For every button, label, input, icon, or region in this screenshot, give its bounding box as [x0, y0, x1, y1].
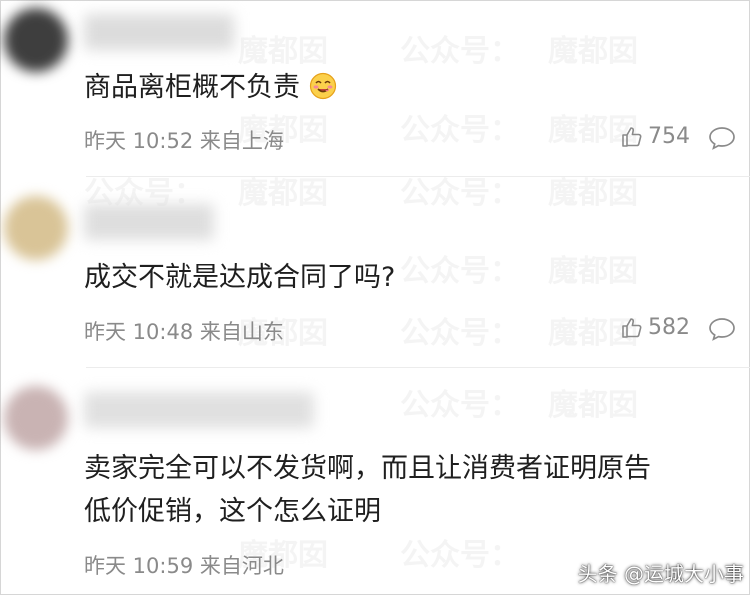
reply-icon[interactable] — [708, 317, 736, 341]
username-blurred[interactable] — [84, 204, 214, 240]
comment-text-line: 低价促销，这个怎么证明 — [84, 496, 381, 527]
comment-time: 昨天 10:52 — [84, 129, 194, 153]
comment-location: 来自河北 — [199, 554, 284, 578]
like-button[interactable]: 582 — [620, 315, 690, 340]
comment-text-content: 商品离柜概不负责 — [84, 72, 300, 103]
divider — [86, 367, 750, 368]
source-tag: 头条 @运城大小事 — [577, 562, 744, 586]
username-blurred[interactable] — [84, 392, 314, 428]
like-count: 582 — [648, 315, 690, 340]
reply-icon[interactable] — [708, 126, 736, 150]
comment-meta: 昨天 10:59 来自河北 — [84, 550, 284, 580]
comment-meta: 昨天 10:48 来自山东 — [84, 316, 284, 346]
comment-location: 来自上海 — [199, 129, 284, 153]
comment-time: 昨天 10:59 — [84, 554, 194, 578]
thumbs-up-icon — [622, 126, 642, 147]
avatar[interactable] — [4, 196, 68, 260]
comment-text: 商品离柜概不负责 — [84, 68, 337, 112]
like-button[interactable]: 754 — [620, 124, 690, 149]
comment-location: 来自山东 — [199, 320, 284, 344]
comment-text-line: 卖家完全可以不发货啊，而且让消费者证明原告 — [84, 453, 651, 484]
savoring-face-emoji-icon — [309, 72, 337, 112]
comment-meta: 昨天 10:52 来自上海 — [84, 125, 284, 155]
like-count: 754 — [648, 124, 690, 149]
username-blurred[interactable] — [84, 14, 234, 50]
avatar[interactable] — [4, 386, 68, 450]
comment-text: 成交不就是达成合同了吗? — [84, 262, 396, 293]
thumbs-up-icon — [622, 317, 642, 338]
divider — [86, 176, 750, 177]
avatar[interactable] — [4, 8, 68, 72]
comment-time: 昨天 10:48 — [84, 320, 194, 344]
